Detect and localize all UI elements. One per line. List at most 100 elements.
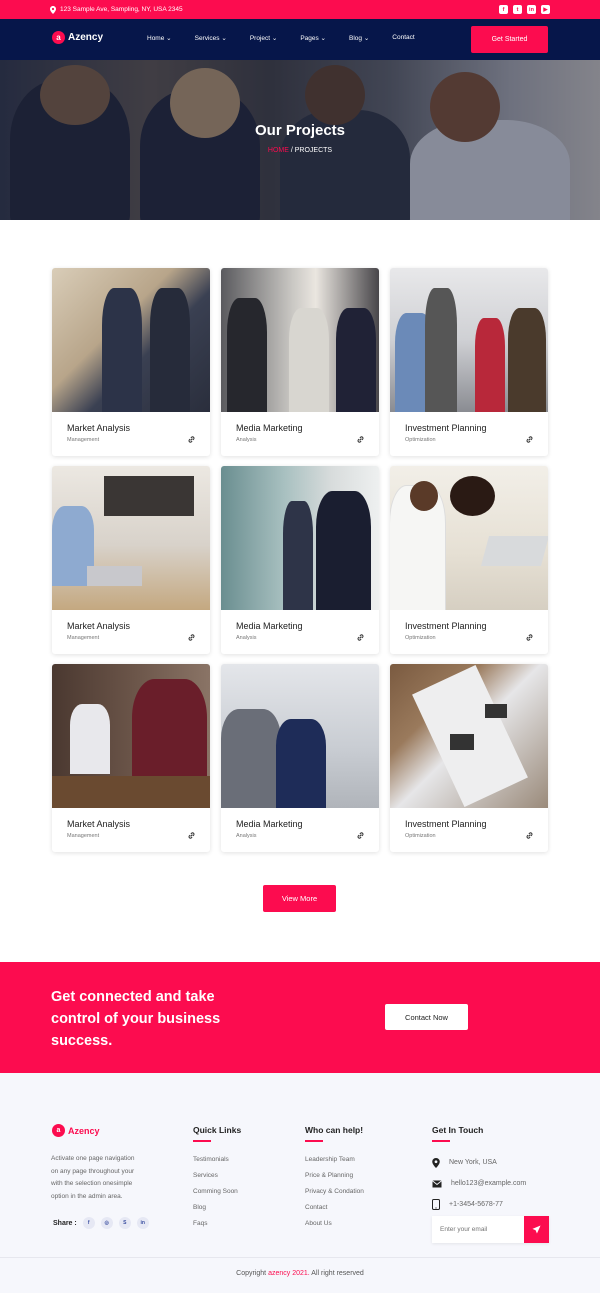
footer-logo[interactable]: a Azency	[52, 1124, 100, 1137]
footer-link[interactable]: Contact	[305, 1200, 364, 1216]
share-links: Share : f ◎ S in	[53, 1217, 149, 1229]
contact-phone: +1-3454-5678-77	[432, 1194, 526, 1215]
project-card[interactable]: Investment Planning Optimization	[390, 466, 548, 654]
contact-info: New York, USA hello123@example.com +1-34…	[432, 1152, 526, 1215]
project-category: Analysis	[236, 635, 257, 641]
link-icon[interactable]	[525, 435, 534, 444]
twitter-icon[interactable]: t	[513, 5, 522, 14]
breadcrumb-separator: /	[290, 147, 293, 154]
project-title: Market Analysis	[67, 819, 131, 829]
project-card[interactable]: Investment Planning Optimization	[390, 268, 548, 456]
footer-divider	[0, 1257, 600, 1258]
project-title: Investment Planning	[405, 423, 487, 433]
link-icon[interactable]	[187, 435, 196, 444]
nav-blog[interactable]: Blog ⌄	[349, 34, 369, 42]
project-title: Media Marketing	[236, 423, 303, 433]
link-icon[interactable]	[356, 633, 365, 642]
footer-link[interactable]: Blog	[193, 1200, 238, 1216]
dribbble-icon[interactable]: ◎	[100, 1217, 113, 1229]
nav-home[interactable]: Home ⌄	[147, 34, 172, 42]
project-card[interactable]: Market Analysis Management	[52, 268, 210, 456]
quick-links-list: Testimonials Services Comming Soon Blog …	[193, 1152, 238, 1232]
project-title: Investment Planning	[405, 819, 487, 829]
contact-now-button[interactable]: Contact Now	[385, 1004, 468, 1030]
facebook-icon[interactable]: f	[499, 5, 508, 14]
get-started-button[interactable]: Get Started	[471, 26, 548, 53]
logo-mark: a	[52, 1124, 65, 1137]
footer-link[interactable]: About Us	[305, 1216, 364, 1232]
nav-project[interactable]: Project ⌄	[250, 34, 278, 42]
project-title: Investment Planning	[405, 621, 487, 631]
page-banner: Our Projects HOME / PROJECTS	[0, 60, 600, 220]
main-menu: Home ⌄ Services ⌄ Project ⌄ Pages ⌄ Blog…	[147, 34, 438, 42]
mail-icon	[432, 1179, 442, 1187]
email-input[interactable]	[432, 1216, 524, 1243]
cta-heading: Get connected and take control of your b…	[51, 989, 221, 1049]
project-card[interactable]: Media Marketing Analysis	[221, 268, 379, 456]
brand-name: Azency	[68, 32, 104, 43]
project-image	[52, 664, 210, 808]
project-image	[390, 466, 548, 610]
project-image	[390, 268, 548, 412]
top-bar: 123 Sample Ave, Sampling, NY, USA 2345 f…	[0, 0, 600, 19]
copyright: Copyright azency 2021. All right reserve…	[236, 1270, 364, 1277]
project-title: Market Analysis	[67, 621, 131, 631]
project-category: Management	[67, 437, 100, 443]
breadcrumb: HOME / PROJECTS	[0, 147, 600, 154]
nav-services[interactable]: Services ⌄	[195, 34, 227, 42]
footer-link[interactable]: Privacy & Condation	[305, 1184, 364, 1200]
footer-link[interactable]: Leadership Team	[305, 1152, 364, 1168]
nav-pages[interactable]: Pages ⌄	[300, 34, 326, 42]
social-links: f t in ▶	[499, 5, 550, 14]
contact-location: New York, USA	[432, 1152, 526, 1173]
get-in-touch-heading: Get In Touch	[432, 1125, 484, 1142]
project-image	[390, 664, 548, 808]
footer-link[interactable]: Comming Soon	[193, 1184, 238, 1200]
send-button[interactable]	[524, 1216, 549, 1243]
project-image	[221, 466, 379, 610]
project-card[interactable]: Media Marketing Analysis	[221, 466, 379, 654]
footer-description: Activate one page navigation on any page…	[51, 1155, 135, 1200]
link-icon[interactable]	[356, 831, 365, 840]
link-icon[interactable]	[356, 435, 365, 444]
view-more-button[interactable]: View More	[263, 885, 336, 912]
link-icon[interactable]	[525, 831, 534, 840]
project-category: Optimization	[405, 437, 436, 443]
youtube-icon[interactable]: ▶	[541, 5, 550, 14]
send-icon	[532, 1225, 541, 1234]
nav-contact[interactable]: Contact	[392, 34, 414, 42]
location-pin-icon	[50, 5, 56, 14]
project-image	[221, 664, 379, 808]
newsletter-form	[432, 1216, 549, 1243]
skype-icon[interactable]: S	[118, 1217, 131, 1229]
link-icon[interactable]	[187, 831, 196, 840]
project-card[interactable]: Media Marketing Analysis	[221, 664, 379, 852]
footer-link[interactable]: Services	[193, 1168, 238, 1184]
link-icon[interactable]	[187, 633, 196, 642]
footer-brand: Azency	[68, 1125, 100, 1136]
project-category: Analysis	[236, 833, 257, 839]
logo[interactable]: a Azency	[52, 31, 103, 44]
footer-link[interactable]: Testimonials	[193, 1152, 238, 1168]
link-icon[interactable]	[525, 633, 534, 642]
help-heading: Who can help!	[305, 1125, 364, 1142]
project-card[interactable]: Market Analysis Management	[52, 466, 210, 654]
project-card[interactable]: Market Analysis Management	[52, 664, 210, 852]
breadcrumb-home[interactable]: HOME	[268, 147, 289, 154]
linkedin-icon[interactable]: in	[136, 1217, 149, 1229]
project-title: Media Marketing	[236, 621, 303, 631]
facebook-icon[interactable]: f	[82, 1217, 95, 1229]
address-text: 123 Sample Ave, Sampling, NY, USA 2345	[60, 6, 183, 13]
linkedin-icon[interactable]: in	[527, 5, 536, 14]
project-card[interactable]: Investment Planning Optimization	[390, 664, 548, 852]
footer-link[interactable]: Faqs	[193, 1216, 238, 1232]
quick-links-heading: Quick Links	[193, 1125, 242, 1142]
footer-link[interactable]: Price & Planning	[305, 1168, 364, 1184]
address: 123 Sample Ave, Sampling, NY, USA 2345	[50, 5, 183, 14]
breadcrumb-current: PROJECTS	[294, 147, 333, 154]
help-links-list: Leadership Team Price & Planning Privacy…	[305, 1152, 364, 1232]
project-category: Management	[67, 833, 100, 839]
project-category: Management	[67, 635, 100, 641]
project-category: Analysis	[236, 437, 257, 443]
project-image	[221, 268, 379, 412]
